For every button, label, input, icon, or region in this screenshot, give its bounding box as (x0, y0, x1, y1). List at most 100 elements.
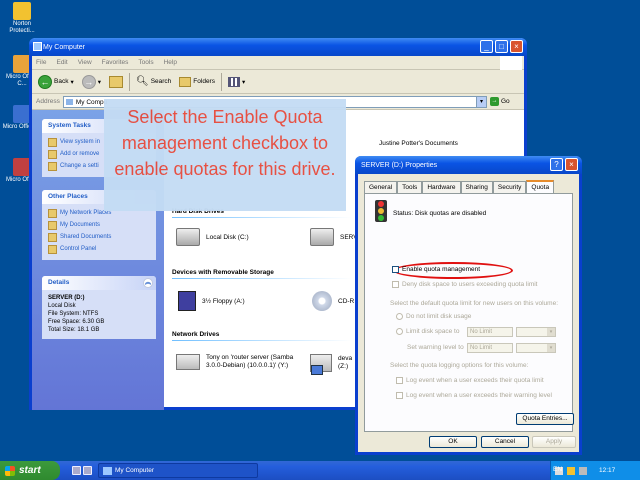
place-label: Control Panel (60, 246, 97, 252)
tab-strip: General Tools Hardware Sharing Security … (364, 180, 573, 193)
quota-entries-button[interactable]: Quota Entries... (516, 413, 574, 425)
details-filesystem: File System: NTFS (48, 311, 99, 317)
my-computer-icon (33, 42, 42, 51)
quick-launch (72, 466, 92, 475)
forward-button[interactable]: → ▾ (80, 72, 103, 92)
traffic-light-icon (375, 200, 387, 222)
browser-icon[interactable] (83, 466, 92, 475)
network-drive-z[interactable]: deva (Z:) (310, 354, 352, 375)
checkbox-box (392, 281, 399, 288)
menu-file[interactable]: File (36, 59, 46, 66)
address-label: Address (36, 98, 60, 105)
views-button[interactable]: ▾ (226, 72, 247, 92)
tab-security[interactable]: Security (492, 181, 527, 193)
do-not-limit-radio: Do not limit disk usage (396, 313, 471, 320)
collapse-chevron-icon[interactable]: ︽ (143, 278, 153, 288)
close-button[interactable]: × (565, 158, 578, 171)
place-my-documents[interactable]: My Documents (48, 219, 152, 231)
cancel-button[interactable]: Cancel (481, 436, 529, 448)
cd-drive-icon (312, 291, 332, 311)
menu-help[interactable]: Help (164, 59, 177, 66)
tray-icon[interactable] (567, 466, 575, 475)
checkbox-box (392, 266, 399, 273)
my-documents-folder[interactable]: Justine Potter's Documents (379, 140, 458, 147)
enable-quota-label: Enable quota management (402, 266, 481, 274)
address-dropdown-button[interactable]: ▾ (476, 96, 486, 107)
folder-icon (48, 232, 57, 242)
place-control-panel[interactable]: Control Panel (48, 243, 152, 255)
item-label: Tony on 'router server (Samba 3.0.0-Debi… (206, 354, 294, 369)
menu-view[interactable]: View (78, 59, 92, 66)
taskbar-item-my-computer[interactable]: My Computer (98, 463, 258, 478)
details-name: SERVER (D:) (48, 295, 85, 301)
close-button[interactable]: × (510, 40, 523, 53)
network-drive-icon (310, 354, 332, 375)
drive-cd[interactable]: CD-R (312, 291, 354, 311)
dialog-titlebar[interactable]: SERVER (D:) Properties ? × (355, 156, 582, 174)
drive-local-c[interactable]: Local Disk (C:) (176, 228, 249, 246)
folder-icon (48, 220, 57, 230)
panel-header[interactable]: Details ︽ (42, 276, 156, 290)
show-desktop-icon[interactable] (72, 466, 81, 475)
control-panel-icon (48, 161, 57, 171)
help-button[interactable]: ? (550, 158, 563, 171)
search-button[interactable]: 🔍︎ Search (134, 72, 173, 92)
chevron-down-icon: ▾ (547, 328, 555, 336)
folders-button[interactable]: Folders (177, 72, 217, 92)
limit-value-field: No Limit (467, 327, 513, 337)
views-icon (227, 76, 240, 87)
other-places-title: Other Places (48, 193, 88, 200)
desktop-icon-norton[interactable]: Norton Protecti... (2, 2, 42, 35)
log-quota-limit-checkbox: Log event when a user exceeds their quot… (396, 377, 544, 384)
go-label: Go (501, 98, 510, 105)
place-shared-documents[interactable]: Shared Documents (48, 231, 152, 243)
menu-tools[interactable]: Tools (138, 59, 153, 66)
language-indicator[interactable]: EN (553, 466, 562, 473)
start-button[interactable]: start (0, 461, 60, 480)
maximize-button[interactable]: □ (495, 40, 508, 53)
tab-sharing[interactable]: Sharing (460, 181, 493, 193)
instruction-callout: Select the Enable Quota management check… (104, 99, 346, 211)
drive-floppy-a[interactable]: 3½ Floppy (A:) (178, 291, 245, 311)
clock[interactable]: 12:17 (599, 467, 615, 474)
back-button[interactable]: ← Back ▾ (36, 72, 76, 92)
floppy-disk-icon (178, 291, 196, 311)
enable-quota-checkbox[interactable]: Enable quota management (392, 266, 480, 273)
menubar: File Edit View Favorites Tools Help (32, 56, 524, 70)
control-panel-icon (48, 244, 57, 254)
radio-circle (396, 313, 403, 320)
tab-tools[interactable]: Tools (397, 181, 423, 193)
tab-quota[interactable]: Quota (526, 180, 555, 193)
item-label: 3½ Floppy (A:) (202, 297, 245, 305)
tab-hardware[interactable]: Hardware (422, 181, 461, 193)
up-button[interactable] (107, 72, 125, 92)
network-drive-y[interactable]: Tony on 'router server (Samba 3.0.0-Debi… (176, 354, 311, 370)
menu-edit[interactable]: Edit (56, 59, 67, 66)
chevron-down-icon: ▾ (70, 78, 74, 86)
search-icon: 🔍︎ (135, 76, 149, 87)
default-limit-caption: Select the default quota limit for new u… (390, 300, 559, 307)
hard-drive-icon (310, 228, 334, 246)
details-panel: Details ︽ SERVER (D:) Local Disk File Sys… (42, 276, 156, 339)
network-drive-icon (176, 354, 200, 370)
deny-label: Deny disk space to users exceeding quota… (402, 281, 538, 289)
details-type: Local Disk (48, 303, 76, 309)
menu-favorites[interactable]: Favorites (102, 59, 129, 66)
tray-icon[interactable] (579, 466, 587, 475)
folders-icon (179, 76, 192, 87)
ok-button[interactable]: OK (429, 436, 477, 448)
tab-general[interactable]: General (364, 181, 398, 193)
place-label: My Documents (60, 222, 101, 228)
explorer-titlebar[interactable]: My Computer _ □ × (29, 38, 527, 56)
go-button[interactable]: → Go (490, 97, 524, 106)
place-label: Shared Documents (60, 234, 112, 240)
add-remove-icon (48, 149, 57, 159)
minimize-button[interactable]: _ (480, 40, 493, 53)
start-label: start (19, 465, 41, 476)
norton-icon (13, 2, 31, 20)
do-not-limit-label: Do not limit disk usage (406, 313, 472, 321)
address-value: My Compu (75, 98, 108, 106)
callout-text-a: Select the (127, 107, 213, 127)
logging-caption: Select the quota logging options for thi… (390, 362, 529, 369)
toolbar-divider (128, 72, 130, 91)
